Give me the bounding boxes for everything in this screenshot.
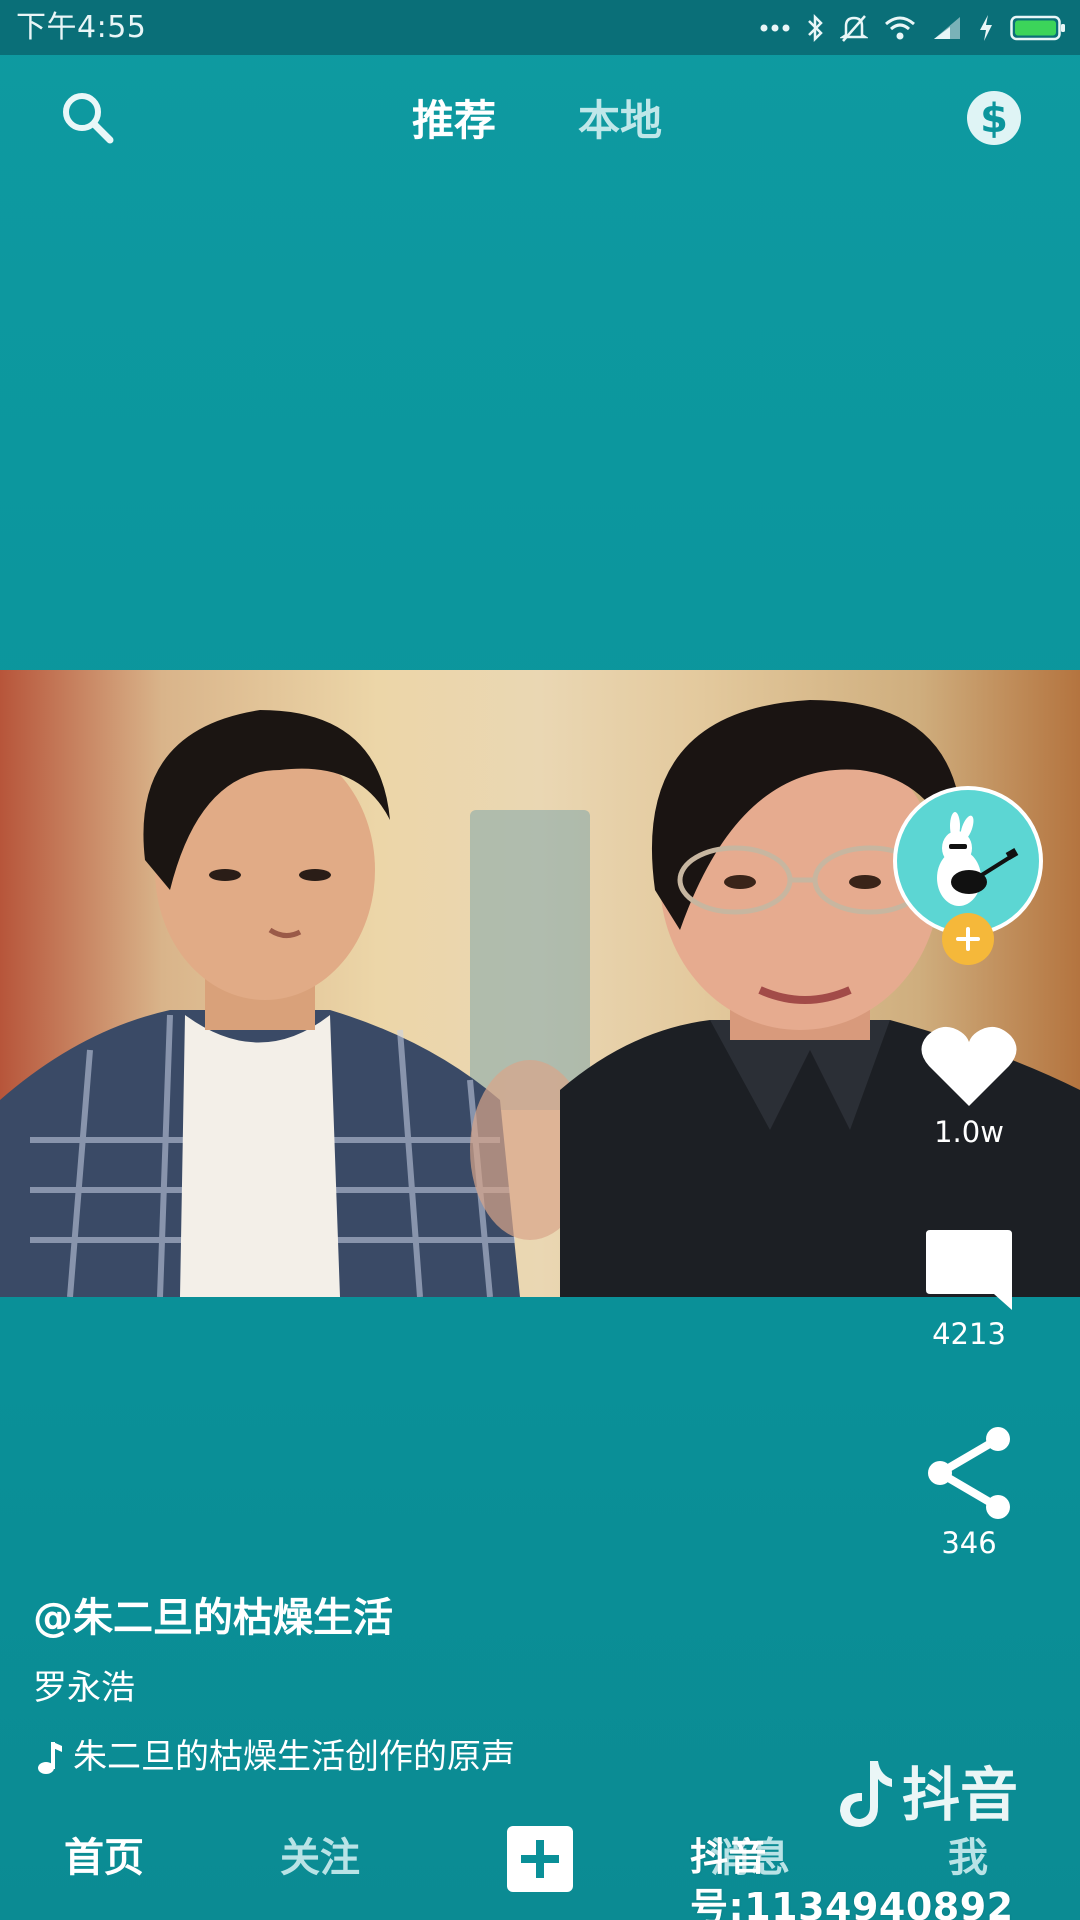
comment-count: 4213 [932,1317,1006,1351]
share-icon [928,1427,1010,1519]
more-dots-icon [760,24,790,32]
dollar-coin-icon[interactable]: $ [965,89,1023,147]
battery-icon [1010,15,1065,41]
video-description: 罗永浩 [33,1668,135,1708]
top-nav: 推荐 本地 $ [0,55,1080,185]
wifi-icon [885,16,915,40]
search-icon[interactable] [58,88,118,148]
video-frame[interactable] [0,670,1080,1297]
share-button[interactable]: 346 [909,1425,1029,1561]
app-screen: 下午4:55 推荐 本地 $ 1.0w 4213 346 @朱二旦的枯燥生活 罗… [0,0,1080,1920]
status-time: 下午4:55 [16,10,147,45]
svg-text:$: $ [980,96,1008,142]
music-note-icon [38,1742,62,1774]
mute-bell-icon [840,15,868,42]
like-count: 1.0w [934,1115,1004,1149]
music-title: 朱二旦的枯燥生活创作的原声 [73,1737,515,1777]
video-person-left [0,710,590,1297]
music-info[interactable]: 朱二旦的枯燥生活创作的原声 [37,1734,515,1780]
tab-recommend[interactable]: 推荐 [412,93,496,149]
bluetooth-icon [808,13,823,43]
signal-icon [934,17,960,39]
nav-follow[interactable]: 关注 [280,1830,360,1886]
nav-home[interactable]: 首页 [64,1830,144,1886]
follow-button[interactable] [942,913,994,965]
status-icons [760,10,1066,46]
watermark-id: 抖音号:1134940892 [690,1835,1014,1920]
video-person-right [560,700,1080,1297]
comment-button[interactable]: 4213 [909,1228,1029,1352]
create-video-button[interactable] [507,1826,573,1892]
charging-icon [980,15,992,41]
status-bar: 下午4:55 [0,0,1080,55]
comment-icon [926,1230,1012,1310]
like-button[interactable]: 1.0w [909,1022,1029,1150]
tab-local[interactable]: 本地 [578,93,662,149]
rabbit-guitar-avatar-icon [937,812,1019,906]
share-count: 346 [941,1526,997,1560]
heart-icon [921,1026,1017,1106]
video-author[interactable]: @朱二旦的枯燥生活 [33,1592,393,1644]
